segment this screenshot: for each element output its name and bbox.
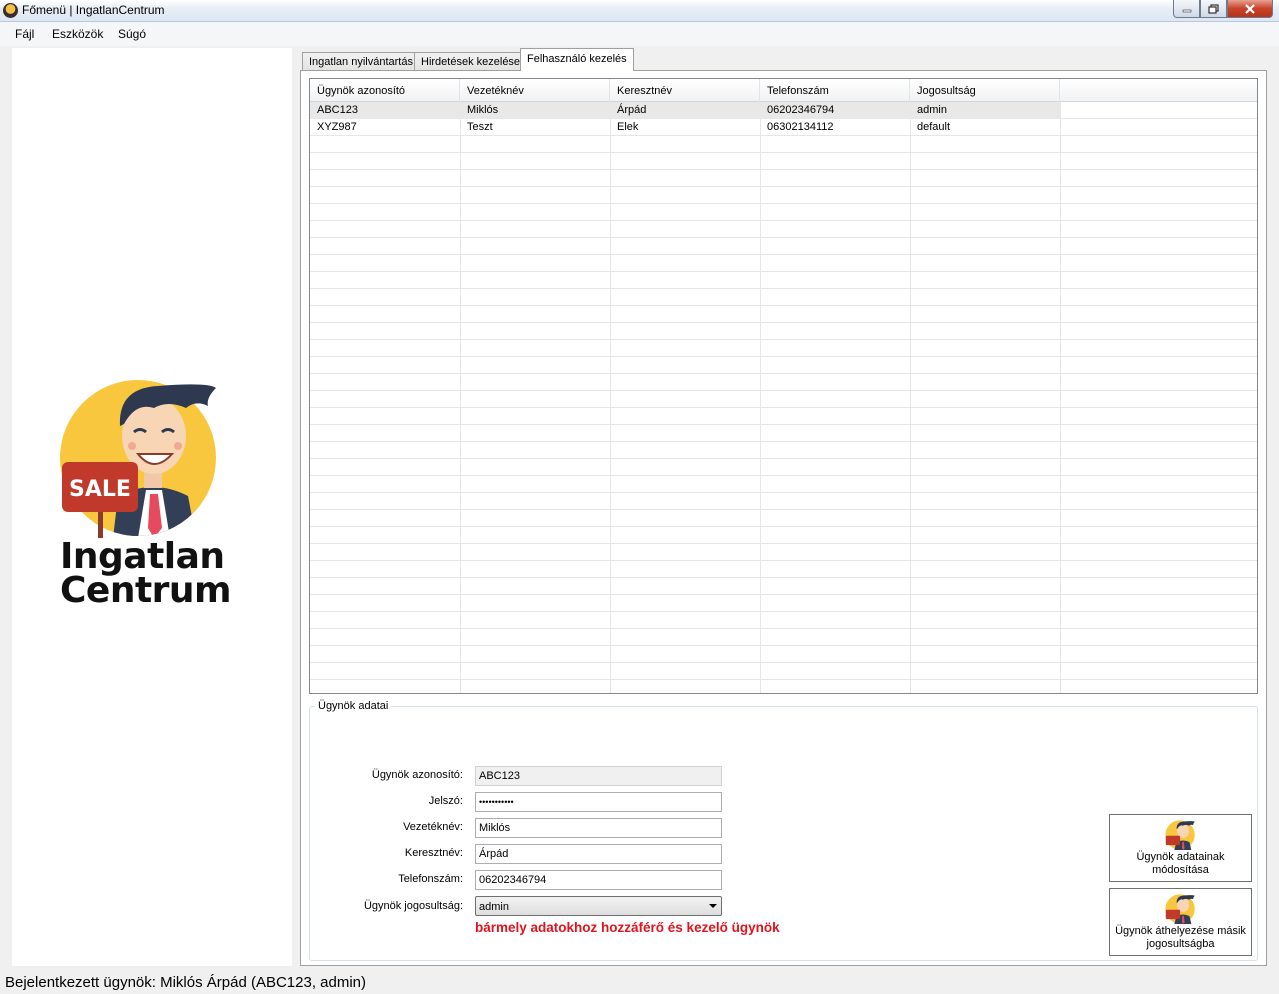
logo-text-line1: Ingatlan: [60, 536, 225, 577]
window-title: Főmenü | IngatlanCentrum: [22, 3, 165, 17]
cell-lastname[interactable]: Miklós: [460, 102, 610, 119]
cell-phone[interactable]: 06302134112: [760, 119, 910, 136]
tab-ads-management[interactable]: Hirdetések kezelése: [414, 52, 528, 70]
modify-agent-button[interactable]: Ügynök adatainak módosítása: [1109, 814, 1252, 882]
column-header-lastname[interactable]: Vezetéknév: [460, 79, 610, 102]
tab-user-management[interactable]: Felhasználó kezelés: [520, 48, 634, 71]
cell-firstname[interactable]: Elek: [610, 119, 760, 136]
menu-help[interactable]: Súgó: [118, 27, 146, 41]
cell-lastname[interactable]: Teszt: [460, 119, 610, 136]
password-label: Jelszó:: [428, 795, 463, 807]
role-select[interactable]: admin: [475, 896, 722, 916]
grid-body: ABC123 Miklós Árpád 06202346794 admin XY…: [310, 102, 1257, 693]
minimize-button[interactable]: [1173, 0, 1200, 18]
tab-property-registry[interactable]: Ingatlan nyilvántartás: [302, 52, 420, 70]
column-header-firstname[interactable]: Keresztnév: [610, 79, 760, 102]
logo-sign-text: SALE: [69, 477, 131, 502]
chevron-down-icon: [709, 904, 717, 908]
cell-agent-id[interactable]: XYZ987: [310, 119, 460, 136]
cell-agent-id[interactable]: ABC123: [310, 102, 460, 119]
maximize-icon: [1208, 3, 1219, 14]
role-label: Ügynök jogosultság:: [363, 900, 463, 912]
move-agent-role-button[interactable]: Ügynök áthelyezése másik jogosultságba: [1109, 888, 1252, 956]
firstname-field[interactable]: Árpád: [475, 844, 722, 864]
column-header-filler: [1060, 79, 1257, 102]
left-logo-panel: SALE Ingatlan Centrum: [12, 48, 292, 966]
cell-phone[interactable]: 06202346794: [760, 102, 910, 119]
move-agent-role-button-label: Ügynök áthelyezése másik jogosultságba: [1115, 925, 1246, 950]
lastname-label: Vezetéknév:: [403, 821, 463, 833]
close-button[interactable]: [1227, 0, 1273, 18]
role-select-value: admin: [479, 901, 509, 913]
cell-firstname[interactable]: Árpád: [610, 102, 760, 119]
agent-id-label: Ügynök azonosító:: [371, 769, 463, 781]
agents-grid[interactable]: Ügynök azonosító Vezetéknév Keresztnév T…: [309, 78, 1258, 694]
close-icon: [1245, 3, 1255, 14]
password-field[interactable]: •••••••••••: [475, 792, 722, 812]
menu-bar: Fájl Eszközök Súgó: [0, 22, 1279, 46]
status-bar: Bejelentkezett ügynök: Miklós Árpád (ABC…: [0, 970, 1279, 994]
logged-in-status: Bejelentkezett ügynök: Miklós Árpád (ABC…: [5, 974, 367, 991]
phone-field[interactable]: 06202346794: [475, 870, 722, 890]
cell-role[interactable]: default: [910, 119, 1060, 136]
minimize-icon: [1182, 9, 1191, 12]
role-description: bármely adatokhoz hozzáférő és kezelő üg…: [475, 920, 780, 935]
agent-id-field[interactable]: ABC123: [475, 766, 722, 786]
agent-logo-icon: SALE: [60, 380, 216, 538]
app-icon: [3, 3, 18, 18]
menu-tools[interactable]: Eszközök: [52, 27, 103, 41]
column-header-role[interactable]: Jogosultság: [910, 79, 1060, 102]
title-bar: Főmenü | IngatlanCentrum: [0, 0, 1279, 22]
menu-file[interactable]: Fájl: [15, 27, 34, 41]
agent-logo-icon: [1165, 894, 1195, 925]
column-header-agent-id[interactable]: Ügynök azonosító: [310, 79, 460, 102]
window-controls: [1173, 0, 1273, 18]
table-row[interactable]: ABC123 Miklós Árpád 06202346794 admin: [310, 102, 1060, 119]
maximize-button[interactable]: [1200, 0, 1227, 18]
lastname-field[interactable]: Miklós: [475, 818, 722, 838]
modify-agent-button-label: Ügynök adatainak módosítása: [1136, 851, 1225, 876]
logo-wordmark: Ingatlan Centrum: [60, 536, 260, 611]
column-header-phone[interactable]: Telefonszám: [760, 79, 910, 102]
grid-header: Ügynök azonosító Vezetéknév Keresztnév T…: [310, 79, 1257, 102]
logo-text-line2: Centrum: [60, 570, 232, 611]
phone-label: Telefonszám:: [398, 873, 463, 885]
agent-logo-icon: [1165, 820, 1195, 851]
table-row[interactable]: XYZ987 Teszt Elek 06302134112 default: [310, 119, 1060, 136]
agent-details-title: Ügynök adatai: [315, 700, 392, 712]
cell-role[interactable]: admin: [910, 102, 1060, 119]
firstname-label: Keresztnév:: [404, 847, 463, 859]
